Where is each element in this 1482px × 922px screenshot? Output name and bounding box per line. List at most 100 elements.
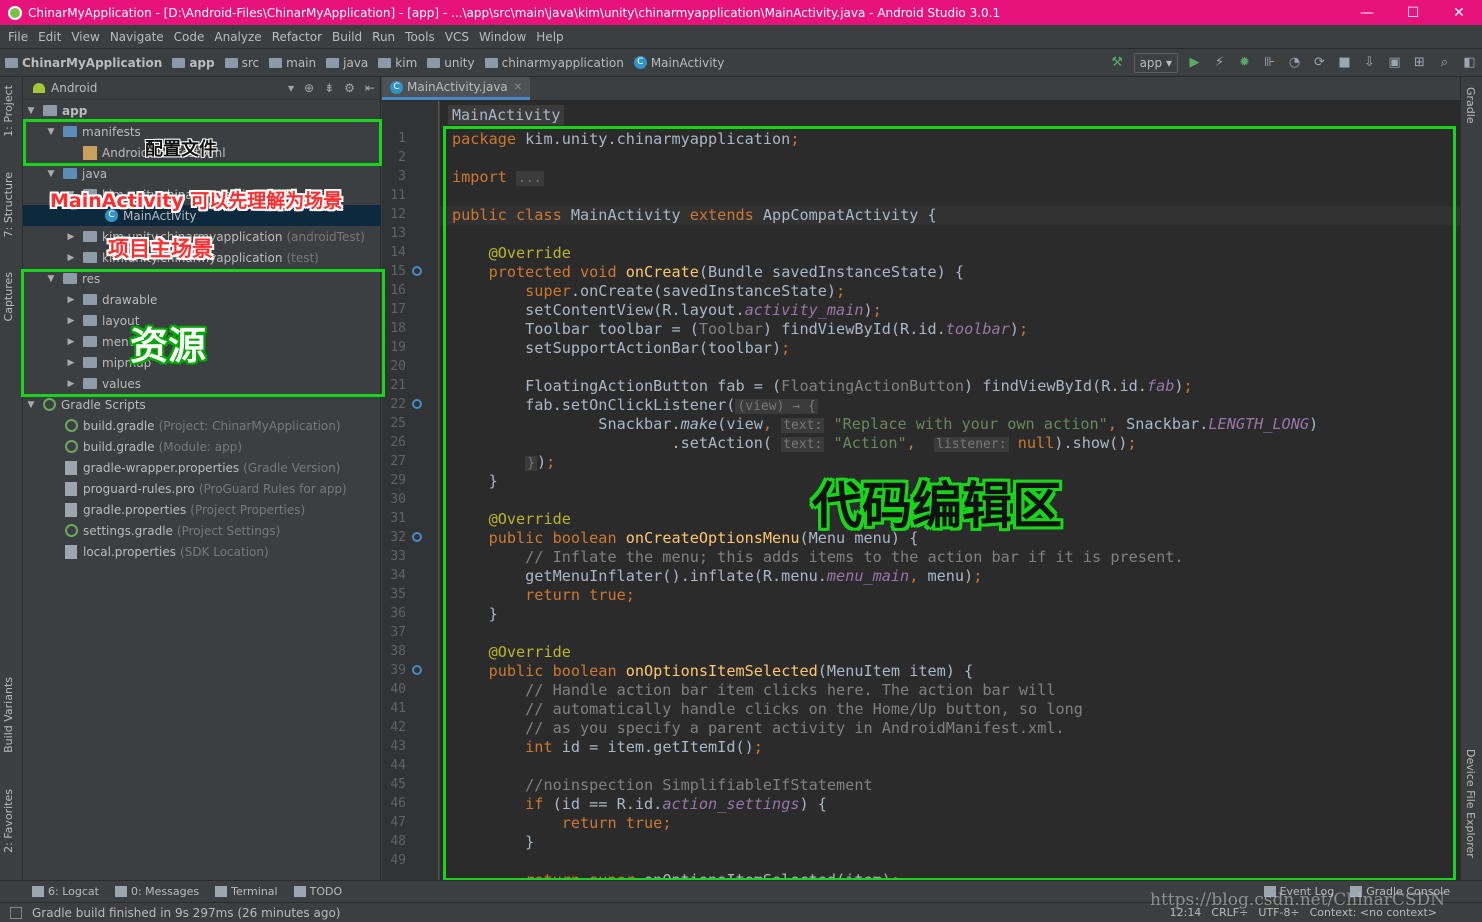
collapse-all-icon[interactable]: ⇟ — [319, 81, 339, 95]
override-marker-icon[interactable] — [412, 532, 422, 542]
tree-item-values[interactable]: ▶ values — [23, 373, 381, 394]
menu-analyze[interactable]: Analyze — [209, 30, 266, 44]
hammer-icon[interactable]: ⚒ — [1105, 52, 1130, 74]
profiler-icon[interactable]: ◔ — [1282, 52, 1307, 74]
menu-build[interactable]: Build — [327, 30, 367, 44]
expand-arrow-icon[interactable]: ▶ — [65, 337, 77, 347]
expand-arrow-icon[interactable]: ▶ — [65, 253, 77, 263]
code-line: @Override — [488, 510, 571, 528]
expand-arrow-icon[interactable]: ▼ — [25, 106, 37, 116]
tree-item-res[interactable]: ▼ res — [23, 268, 381, 289]
sync-icon[interactable]: ⟳ — [1307, 52, 1332, 74]
tree-item-build-gradle-module[interactable]: build.gradle (Module: app) — [23, 436, 381, 457]
tree-item-settings-gradle[interactable]: settings.gradle (Project Settings) — [23, 520, 381, 541]
tab-todo[interactable]: TODO — [286, 885, 351, 898]
tab-messages[interactable]: 0: Messages — [107, 885, 207, 898]
hide-panel-icon[interactable]: ⇤ — [360, 81, 380, 95]
toggle-tool-windows-icon[interactable] — [10, 906, 22, 919]
close-tab-icon[interactable]: ✕ — [514, 82, 522, 93]
menu-tools[interactable]: Tools — [400, 30, 440, 44]
code-line: } — [452, 472, 498, 490]
menu-vcs[interactable]: VCS — [440, 30, 474, 44]
tree-item-gradle-properties[interactable]: gradle.properties (Project Properties) — [23, 499, 381, 520]
menu-window[interactable]: Window — [474, 30, 531, 44]
tab-captures[interactable]: Captures — [2, 272, 15, 321]
project-structure-icon[interactable]: ⊞ — [1407, 52, 1432, 74]
expand-arrow-icon[interactable]: ▼ — [45, 274, 57, 284]
expand-arrow-icon[interactable]: ▶ — [65, 232, 77, 242]
breadcrumb-main[interactable]: main — [264, 56, 321, 70]
menu-help[interactable]: Help — [531, 30, 568, 44]
line-number: 15 — [390, 264, 406, 279]
breadcrumb-unity[interactable]: unity — [422, 56, 479, 70]
tab-favorites[interactable]: 2: Favorites — [2, 789, 15, 853]
line-number: 39 — [390, 663, 406, 678]
gear-icon[interactable]: ⚙ — [339, 81, 360, 95]
tree-item-local-properties[interactable]: local.properties (SDK Location) — [23, 541, 381, 562]
breadcrumb-package[interactable]: chinarmyapplication — [480, 56, 629, 70]
override-marker-icon[interactable] — [412, 399, 422, 409]
avd-manager-icon[interactable]: ▣ — [1382, 52, 1407, 74]
breadcrumb-src[interactable]: src — [220, 56, 265, 70]
menu-navigate[interactable]: Navigate — [105, 30, 169, 44]
expand-arrow-icon[interactable]: ▼ — [45, 127, 57, 137]
close-button[interactable]: ✕ — [1436, 5, 1482, 21]
tab-mainactivity-java[interactable]: C MainActivity.java ✕ — [382, 77, 531, 100]
tab-build-variants[interactable]: Build Variants — [2, 677, 15, 753]
tab-terminal[interactable]: Terminal — [207, 885, 286, 898]
search-icon[interactable]: ⌕ — [1432, 52, 1457, 74]
override-marker-icon[interactable] — [412, 665, 422, 675]
tree-item-drawable[interactable]: ▶ drawable — [23, 289, 381, 310]
sync-target-icon[interactable]: ⊕ — [299, 81, 319, 95]
expand-arrow-icon[interactable]: ▶ — [65, 316, 77, 326]
tree-label: values — [102, 376, 142, 391]
tab-logcat[interactable]: 6: Logcat — [24, 885, 107, 898]
breadcrumb-java[interactable]: java — [321, 56, 373, 70]
expand-arrow-icon[interactable]: ▶ — [65, 295, 77, 305]
project-view-select[interactable]: Android — [51, 81, 283, 95]
apply-changes-icon[interactable]: ⚡ — [1207, 52, 1232, 74]
sdk-manager-icon[interactable]: ⇩ — [1357, 52, 1382, 74]
line-number: 14 — [390, 245, 406, 260]
dropdown-arrow-icon[interactable]: ▾ — [283, 81, 299, 95]
menu-file[interactable]: File — [3, 30, 33, 44]
run-config-select[interactable]: app ▾ — [1133, 53, 1178, 73]
breadcrumb-class[interactable]: C MainActivity — [629, 56, 730, 70]
debug-icon[interactable]: ✹ — [1232, 52, 1257, 74]
attach-debugger-icon[interactable]: ⊪ — [1257, 52, 1282, 74]
tree-item-gradle-wrapper[interactable]: gradle-wrapper.properties (Gradle Version… — [23, 457, 381, 478]
breadcrumb-project[interactable]: ChinarMyApplication — [0, 56, 167, 70]
class-icon: C — [633, 56, 647, 69]
tree-item-app[interactable]: ▼ app — [23, 100, 381, 121]
menu-run[interactable]: Run — [367, 30, 400, 44]
menu-refactor[interactable]: Refactor — [267, 30, 327, 44]
expand-arrow-icon[interactable]: ▶ — [65, 358, 77, 368]
tab-gradle[interactable]: Gradle — [1464, 87, 1477, 124]
maximize-button[interactable]: ☐ — [1390, 5, 1436, 21]
tab-structure[interactable]: 7: Structure — [2, 172, 15, 237]
menu-code[interactable]: Code — [169, 30, 210, 44]
logcat-icon — [32, 886, 44, 897]
run-icon[interactable]: ▶ — [1182, 52, 1207, 74]
window-title: ChinarMyApplication - [D:\Android-Files\… — [28, 5, 1001, 20]
tab-project[interactable]: 1: Project — [2, 85, 15, 137]
code-line: int id = item.getItemId(); — [525, 738, 763, 756]
override-marker-icon[interactable] — [412, 266, 422, 276]
tree-item-gradle-scripts[interactable]: ▼ Gradle Scripts — [23, 394, 381, 415]
menu-edit[interactable]: Edit — [33, 30, 66, 44]
gradle-icon — [65, 524, 78, 537]
expand-arrow-icon[interactable]: ▶ — [65, 379, 77, 389]
stop-icon[interactable]: ■ — [1332, 52, 1357, 74]
minimize-button[interactable]: — — [1344, 5, 1390, 21]
tree-item-java[interactable]: ▼ java — [23, 163, 381, 184]
layout-icon[interactable]: ◧ — [1457, 52, 1482, 74]
breadcrumb-app[interactable]: app — [167, 56, 219, 70]
tree-item-build-gradle-project[interactable]: build.gradle (Project: ChinarMyApplicatio… — [23, 415, 381, 436]
tab-device-file-explorer[interactable]: Device File Explorer — [1464, 749, 1477, 858]
expand-arrow-icon[interactable]: ▼ — [25, 400, 37, 410]
expand-arrow-icon[interactable]: ▼ — [45, 169, 57, 179]
menu-view[interactable]: View — [66, 30, 104, 44]
tree-item-proguard[interactable]: proguard-rules.pro (ProGuard Rules for ap… — [23, 478, 381, 499]
code-breadcrumb[interactable]: MainActivity — [448, 105, 565, 125]
breadcrumb-kim[interactable]: kim — [373, 56, 422, 70]
